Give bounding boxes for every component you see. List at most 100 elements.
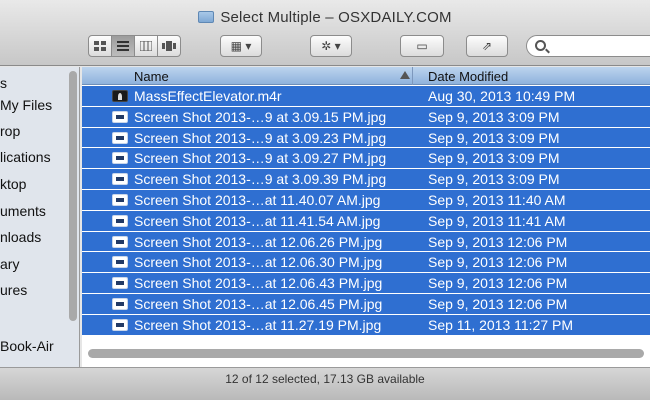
file-name: Screen Shot 2013-…9 at 3.09.23 PM.jpg xyxy=(134,129,387,146)
image-file-icon xyxy=(112,235,128,248)
search-icon xyxy=(535,40,546,51)
action-button[interactable]: ✲ ▾ xyxy=(310,35,352,57)
column-divider[interactable] xyxy=(412,67,413,85)
sidebar-item-macbook-air[interactable]: Book-Air xyxy=(0,338,54,354)
file-row[interactable]: Screen Shot 2013-…at 12.06.30 PM.jpg Sep … xyxy=(82,252,650,274)
image-file-icon xyxy=(112,277,128,290)
column-header: Name Date Modified xyxy=(82,67,650,85)
file-date-modified: Sep 9, 2013 11:40 AM xyxy=(428,191,566,208)
sidebar-item-airdrop[interactable]: rop xyxy=(0,123,20,139)
image-file-icon xyxy=(112,131,128,144)
file-name: Screen Shot 2013-…at 12.06.30 PM.jpg xyxy=(134,254,383,271)
folder-icon xyxy=(198,11,215,23)
file-name: Screen Shot 2013-…at 11.27.19 PM.jpg xyxy=(134,316,382,333)
share-icon: ⇗ xyxy=(481,39,493,53)
quick-look-button[interactable]: ▭ xyxy=(400,35,444,57)
image-file-icon xyxy=(112,173,128,186)
coverflow-view-icon[interactable] xyxy=(157,35,181,57)
file-list: Name Date Modified MassEffectElevator.m4… xyxy=(82,67,650,367)
sidebar-item-all-my-files[interactable]: My Files xyxy=(0,97,52,113)
file-date-modified: Sep 9, 2013 3:09 PM xyxy=(428,171,560,188)
file-name: Screen Shot 2013-…at 12.06.43 PM.jpg xyxy=(134,275,383,292)
file-date-modified: Sep 9, 2013 3:09 PM xyxy=(428,108,560,125)
file-row[interactable]: Screen Shot 2013-…at 11.40.07 AM.jpg Sep … xyxy=(82,189,650,211)
file-row[interactable]: Screen Shot 2013-…at 11.41.54 AM.jpg Sep … xyxy=(82,210,650,232)
file-row[interactable]: Screen Shot 2013-…9 at 3.09.27 PM.jpg Sep… xyxy=(82,148,650,170)
sidebar-item-label: ures xyxy=(0,282,28,298)
horizontal-scrollbar[interactable] xyxy=(88,349,644,358)
sidebar-item-applications[interactable]: lications xyxy=(0,149,51,165)
quick-look-icon: ▭ xyxy=(416,39,428,53)
file-name: MassEffectElevator.m4r xyxy=(134,88,282,104)
sidebar-scrollbar[interactable] xyxy=(69,71,77,321)
file-row[interactable]: Screen Shot 2013-…9 at 3.09.23 PM.jpg Sep… xyxy=(82,127,650,149)
file-date-modified: Sep 9, 2013 12:06 PM xyxy=(428,295,568,312)
sidebar-item-label: Book-Air xyxy=(0,338,54,354)
file-row[interactable]: Screen Shot 2013-…at 12.06.26 PM.jpg Sep … xyxy=(82,231,650,253)
image-file-icon xyxy=(112,318,128,331)
column-view-icon[interactable] xyxy=(134,35,158,57)
window-title: Select Multiple – OSXDAILY.COM xyxy=(0,9,650,26)
file-date-modified: Sep 9, 2013 11:41 AM xyxy=(428,212,566,229)
finder-window: Select Multiple – OSXDAILY.COM ▦ ▾ ✲ ▾ ▭ xyxy=(0,0,650,400)
window-title-text: Select Multiple – OSXDAILY.COM xyxy=(220,9,452,26)
icon-view-icon[interactable] xyxy=(88,35,112,57)
search-input[interactable] xyxy=(526,35,650,57)
status-bar: 12 of 12 selected, 17.13 GB available xyxy=(0,367,650,400)
status-text: 12 of 12 selected, 17.13 GB available xyxy=(225,372,425,386)
sidebar-item-library[interactable]: ary xyxy=(0,256,19,272)
file-rows: MassEffectElevator.m4r Aug 30, 2013 10:49… xyxy=(82,86,650,336)
sort-ascending-icon xyxy=(400,71,410,79)
image-file-icon xyxy=(112,297,128,310)
sidebar-item-desktop[interactable]: ktop xyxy=(0,176,26,192)
view-mode-segmented-control xyxy=(88,35,181,57)
sidebar: s My Files rop lications ktop uments nlo… xyxy=(0,67,80,367)
share-button[interactable]: ⇗ xyxy=(466,35,508,57)
sidebar-item-1[interactable]: s xyxy=(0,75,7,91)
sidebar-item-label: uments xyxy=(0,203,46,219)
sidebar-item-label: ktop xyxy=(0,176,27,192)
file-name: Screen Shot 2013-…at 11.40.07 AM.jpg xyxy=(134,191,381,208)
file-name: Screen Shot 2013-…9 at 3.09.15 PM.jpg xyxy=(134,108,387,125)
image-file-icon xyxy=(112,193,128,206)
file-row[interactable]: Screen Shot 2013-…at 11.27.19 PM.jpg Sep … xyxy=(82,314,650,336)
file-date-modified: Sep 11, 2013 11:27 PM xyxy=(428,316,574,333)
image-file-icon xyxy=(112,110,128,123)
file-date-modified: Sep 9, 2013 12:06 PM xyxy=(428,275,568,292)
sidebar-item-label: rop xyxy=(0,123,21,139)
file-row[interactable]: Screen Shot 2013-…9 at 3.09.15 PM.jpg Sep… xyxy=(82,106,650,128)
file-date-modified: Sep 9, 2013 3:09 PM xyxy=(428,150,560,167)
file-name: Screen Shot 2013-…9 at 3.09.39 PM.jpg xyxy=(134,171,387,188)
sidebar-item-label: ary xyxy=(0,256,20,272)
file-date-modified: Sep 9, 2013 3:09 PM xyxy=(428,129,560,146)
sidebar-item-pictures[interactable]: ures xyxy=(0,282,27,298)
file-row[interactable]: Screen Shot 2013-…at 12.06.45 PM.jpg Sep … xyxy=(82,293,650,315)
sidebar-item-label: nloads xyxy=(0,229,42,245)
toolbar: Select Multiple – OSXDAILY.COM ▦ ▾ ✲ ▾ ▭ xyxy=(0,0,650,66)
sidebar-item-label: s xyxy=(0,75,7,91)
sidebar-item-label: lications xyxy=(0,149,51,165)
file-date-modified: Aug 30, 2013 10:49 PM xyxy=(428,88,576,104)
file-name: Screen Shot 2013-…at 12.06.26 PM.jpg xyxy=(134,233,383,250)
file-date-modified: Sep 9, 2013 12:06 PM xyxy=(428,254,568,271)
audio-file-icon xyxy=(112,90,128,102)
file-row[interactable]: Screen Shot 2013-…at 12.06.43 PM.jpg Sep … xyxy=(82,273,650,294)
image-file-icon xyxy=(112,214,128,227)
file-row[interactable]: MassEffectElevator.m4r Aug 30, 2013 10:49… xyxy=(82,86,650,107)
column-header-name[interactable]: Name xyxy=(134,69,169,84)
arrange-button[interactable]: ▦ ▾ xyxy=(220,35,262,57)
file-name: Screen Shot 2013-…at 12.06.45 PM.jpg xyxy=(134,295,383,312)
list-view-icon[interactable] xyxy=(111,35,135,57)
file-name: Screen Shot 2013-…9 at 3.09.27 PM.jpg xyxy=(134,150,387,167)
file-row[interactable]: Screen Shot 2013-…9 at 3.09.39 PM.jpg Sep… xyxy=(82,169,650,190)
column-header-date-modified[interactable]: Date Modified xyxy=(428,69,508,84)
image-file-icon xyxy=(112,152,128,165)
arrange-icon: ▦ ▾ xyxy=(230,39,252,53)
sidebar-item-downloads[interactable]: nloads xyxy=(0,229,41,245)
sidebar-item-label: My Files xyxy=(0,97,53,113)
image-file-icon xyxy=(112,256,128,269)
file-date-modified: Sep 9, 2013 12:06 PM xyxy=(428,233,568,250)
sidebar-item-documents[interactable]: uments xyxy=(0,203,46,219)
gear-icon: ✲ ▾ xyxy=(321,39,341,53)
file-name: Screen Shot 2013-…at 11.41.54 AM.jpg xyxy=(134,212,381,229)
